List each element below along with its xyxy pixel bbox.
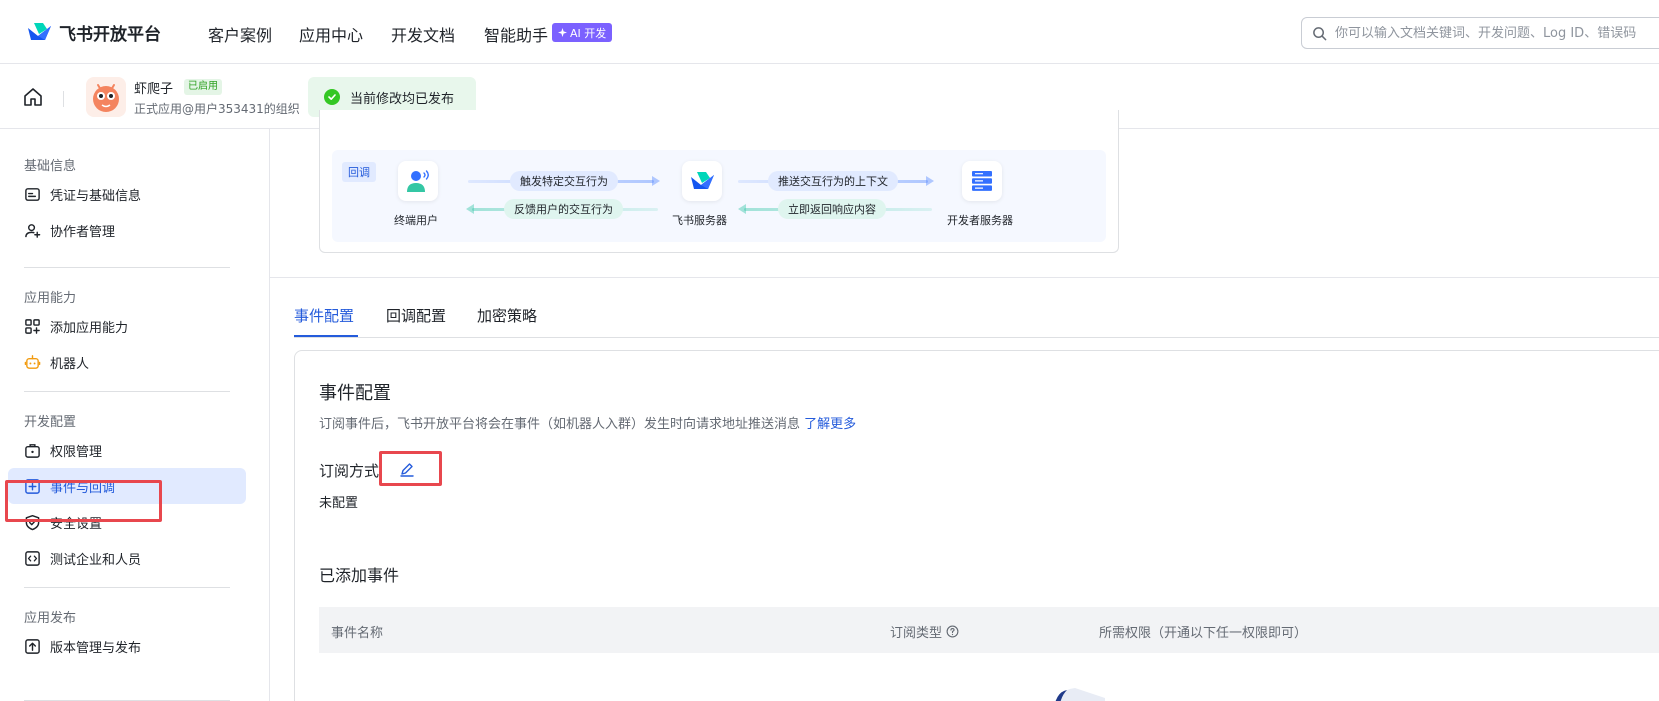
shrimp-mascot-icon xyxy=(93,84,119,112)
home-icon[interactable] xyxy=(22,86,44,108)
app-organization: 正式应用@用户353431的组织 xyxy=(134,102,300,116)
feishu-logo-icon xyxy=(28,23,51,40)
sidebar-item-collaborators[interactable]: 协作者管理 xyxy=(8,212,246,248)
help-circle-icon[interactable] xyxy=(946,625,959,638)
nav-dev-docs[interactable]: 开发文档 xyxy=(391,22,455,46)
upload-box-icon xyxy=(25,638,40,654)
arrow-left-icon xyxy=(738,204,746,214)
brand-name: 飞书开放平台 xyxy=(59,24,161,45)
sidebar-item-label: 凭证与基础信息 xyxy=(50,188,142,204)
app-status-badge: 已启用 xyxy=(184,79,222,95)
column-required-permissions: 所需权限（开通以下任一权限即可） xyxy=(1099,626,1308,641)
arrow-right-icon xyxy=(652,176,660,186)
robot-icon xyxy=(24,354,41,369)
ai-badge-label: AI 开发 xyxy=(570,26,607,40)
id-card-icon xyxy=(25,187,40,201)
event-config-title: 事件配置 xyxy=(319,383,391,404)
developer-server-node xyxy=(962,161,1002,201)
learn-more-link[interactable]: 了解更多 xyxy=(804,417,856,432)
edit-highlight-annotation xyxy=(379,451,442,486)
sidebar: 基础信息 凭证与基础信息 协作者管理 应用能力 添加应用能力 机器人 开发配置 … xyxy=(0,129,270,701)
code-window-icon xyxy=(25,550,40,566)
nav-customer-cases[interactable]: 客户案例 xyxy=(208,22,272,46)
server-rack-icon xyxy=(972,171,992,191)
sidebar-item-credentials[interactable]: 凭证与基础信息 xyxy=(8,176,246,212)
flow-push-context: 推送交互行为的上下文 xyxy=(768,171,898,191)
flow-feedback-interaction: 反馈用户的交互行为 xyxy=(504,199,623,219)
sidebar-item-add-ability[interactable]: 添加应用能力 xyxy=(8,308,246,344)
app-name: 虾爬子 xyxy=(134,82,174,97)
sidebar-item-bot[interactable]: 机器人 xyxy=(8,344,246,380)
tab-encryption-strategy[interactable]: 加密策略 xyxy=(477,305,537,326)
callback-tag: 回调 xyxy=(342,162,376,182)
tabs-border xyxy=(294,337,1659,338)
app-avatar[interactable] xyxy=(86,77,126,117)
sidebar-divider xyxy=(24,587,230,588)
description-text: 订阅事件后，飞书开放平台将会在事件（如机器人入群）发生时向请求地址推送消息 xyxy=(319,417,801,432)
feishu-server-node xyxy=(682,161,722,201)
tab-callback-config[interactable]: 回调配置 xyxy=(386,305,446,326)
sidebar-item-permissions[interactable]: 权限管理 xyxy=(8,432,246,468)
sidebar-highlight-annotation xyxy=(5,480,162,522)
publish-status-text: 当前修改均已发布 xyxy=(350,91,455,107)
column-label: 订阅类型 xyxy=(890,626,943,641)
sidebar-item-label: 机器人 xyxy=(50,356,90,372)
top-navigation: 飞书开放平台 客户案例 应用中心 开发文档 智能助手 AI 开发 xyxy=(0,0,1659,64)
user-icon xyxy=(407,170,429,192)
brand-logo[interactable]: 飞书开放平台 xyxy=(25,20,161,45)
sidebar-divider xyxy=(24,267,230,268)
sparkle-icon xyxy=(558,28,567,37)
sidebar-group-basic-info: 基础信息 xyxy=(24,159,77,174)
search-input[interactable] xyxy=(1335,25,1659,41)
arrow-right-icon xyxy=(926,176,934,186)
success-check-icon xyxy=(324,89,340,105)
sidebar-divider xyxy=(24,391,230,392)
event-config-description: 订阅事件后，飞书开放平台将会在事件（如机器人入群）发生时向请求地址推送消息 了解… xyxy=(319,413,856,432)
tab-event-config[interactable]: 事件配置 xyxy=(294,305,354,326)
ai-dev-badge[interactable]: AI 开发 xyxy=(552,23,613,42)
header-divider xyxy=(63,91,64,107)
sidebar-group-app-release: 应用发布 xyxy=(24,611,77,626)
briefcase-lock-icon xyxy=(25,443,40,458)
apps-grid-icon xyxy=(25,318,40,334)
sidebar-item-label: 权限管理 xyxy=(50,444,103,460)
events-table-header: 事件名称 订阅类型 所需权限（开通以下任一权限即可） xyxy=(319,607,1659,653)
sidebar-item-label: 版本管理与发布 xyxy=(50,640,142,656)
add-user-icon xyxy=(25,223,41,238)
added-events-title: 已添加事件 xyxy=(319,566,400,585)
end-user-label: 终端用户 xyxy=(394,214,438,227)
sidebar-item-label: 测试企业和人员 xyxy=(50,552,142,568)
column-subscription-type: 订阅类型 xyxy=(890,622,959,641)
callback-diagram: 回调 终端用户 飞书服务器 开发者服务器 触发特定交互行为 反馈用户的交互行为 … xyxy=(332,150,1106,242)
search-box[interactable] xyxy=(1301,17,1659,49)
nav-app-center[interactable]: 应用中心 xyxy=(299,22,363,46)
subscription-method-label: 订阅方式 xyxy=(319,462,380,480)
subscription-method-value: 未配置 xyxy=(319,496,359,511)
flow-trigger-interaction: 触发特定交互行为 xyxy=(510,171,618,191)
empty-state-illustration xyxy=(1055,688,1105,701)
content-divider xyxy=(270,277,1659,278)
sidebar-item-test-enterprise[interactable]: 测试企业和人员 xyxy=(8,540,246,576)
column-event-name: 事件名称 xyxy=(331,626,384,641)
callback-diagram-card: 回调 终端用户 飞书服务器 开发者服务器 触发特定交互行为 反馈用户的交互行为 … xyxy=(319,110,1119,253)
flow-return-response: 立即返回响应内容 xyxy=(778,199,886,219)
feishu-logo-icon xyxy=(691,172,714,189)
nav-ai-assistant[interactable]: 智能助手 xyxy=(484,22,548,46)
sidebar-group-app-abilities: 应用能力 xyxy=(24,291,77,306)
developer-server-label: 开发者服务器 xyxy=(947,214,1013,227)
feishu-server-label: 飞书服务器 xyxy=(672,214,727,227)
sidebar-item-label: 协作者管理 xyxy=(50,224,116,240)
arrow-left-icon xyxy=(466,204,474,214)
sidebar-item-label: 添加应用能力 xyxy=(50,320,129,336)
search-icon xyxy=(1313,26,1327,40)
sidebar-item-version-release[interactable]: 版本管理与发布 xyxy=(8,628,246,664)
end-user-node xyxy=(398,161,438,201)
sidebar-group-dev-config: 开发配置 xyxy=(24,415,77,430)
